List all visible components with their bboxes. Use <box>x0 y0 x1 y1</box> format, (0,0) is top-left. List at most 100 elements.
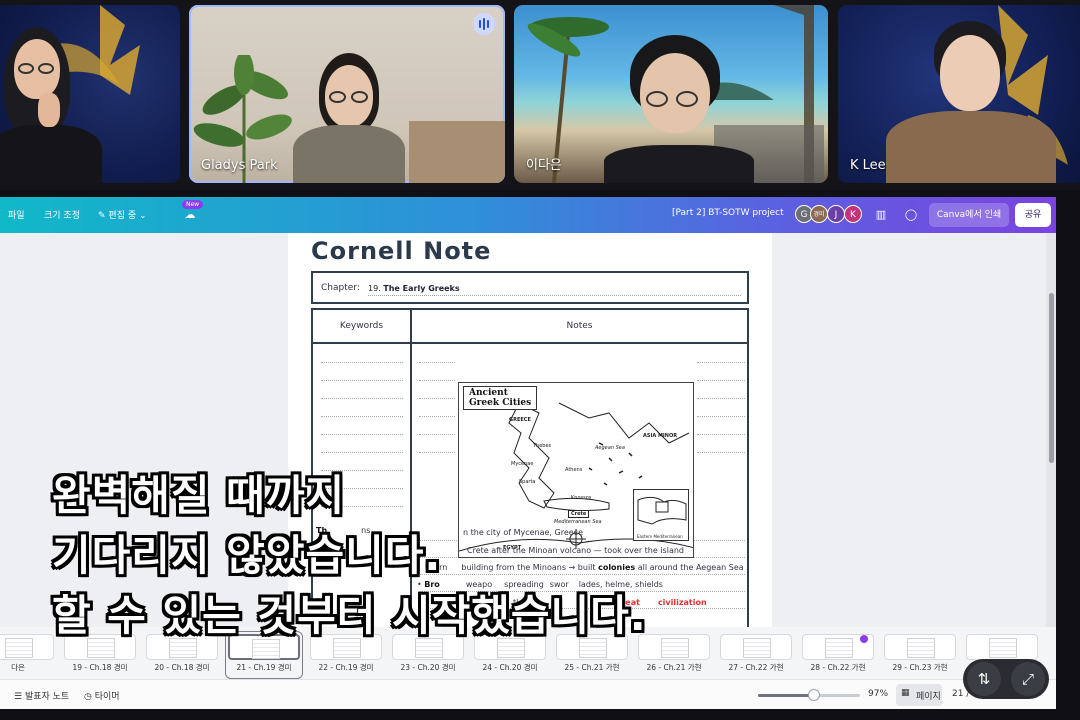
zoom-level[interactable]: 97% <box>868 689 888 699</box>
audio-level-icon <box>473 13 495 35</box>
participant-video <box>279 5 419 183</box>
participant-tile[interactable]: 이다은 <box>514 5 828 183</box>
participant-name: K Lee <box>850 158 886 173</box>
thumbnail-label: 28 - Ch.22 가현 <box>810 663 866 672</box>
participant-tile[interactable] <box>0 5 180 183</box>
timer-button[interactable]: ◷ 타이머 <box>84 689 120 702</box>
presenter-notes-button[interactable]: ☰ 발표자 노트 <box>14 689 69 702</box>
participant-tile-active-speaker[interactable]: Gladys Park <box>189 5 505 183</box>
screen-share-controls: ⇅ ⤢ <box>963 659 1049 699</box>
canvas-scrollbar[interactable] <box>1046 233 1056 663</box>
participant-tile[interactable]: K Lee <box>838 5 1080 183</box>
page-thumbnail[interactable]: 29 - Ch.23 가현 <box>884 634 956 676</box>
chapter-label: Chapter: <box>321 283 360 293</box>
thumbnail-label: 26 - Ch.21 가현 <box>646 663 702 672</box>
thumbnail-label: 21 - Ch.19 경미 <box>236 663 292 672</box>
note-fragment: colonies <box>598 563 636 572</box>
swap-view-icon[interactable]: ⇅ <box>967 662 1001 696</box>
presenter-notes-label: 발표자 노트 <box>24 692 70 702</box>
map-label: ASIA MINOR <box>643 433 678 439</box>
collaborator-avatar[interactable]: J <box>827 205 845 223</box>
print-with-canva-button[interactable]: Canva에서 인쇄 <box>929 203 1009 227</box>
meeting-screen: { "participants": [ {"name": ""}, {"name… <box>0 0 1080 720</box>
dotted-line <box>321 416 403 417</box>
thumbnail-page-content <box>989 638 1017 658</box>
thumbnail-label: 20 - Ch.18 경미 <box>154 663 210 672</box>
cloud-sync-icon[interactable]: ☁ <box>180 205 200 225</box>
resize-menu[interactable]: 크기 조정 <box>44 208 80 221</box>
thumbnail-label: 27 - Ch.22 가현 <box>728 663 784 672</box>
collaborator-avatar[interactable]: K <box>844 205 862 223</box>
thumbnail-label: 19 - Ch.18 경미 <box>72 663 128 672</box>
analytics-icon[interactable]: ▥ <box>871 205 891 225</box>
thumbnail-preview <box>884 634 956 660</box>
dotted-line <box>697 380 745 381</box>
thumbnail-label: 25 - Ch.21 가현 <box>564 663 620 672</box>
thumbnail-label: 24 - Ch.20 경미 <box>482 663 538 672</box>
timer-icon: ◷ <box>84 692 92 702</box>
map-title-line: Greek Cities <box>469 398 532 408</box>
dotted-line <box>697 452 745 453</box>
map-inset: Eastern Mediterranean <box>633 489 689 541</box>
comment-indicator <box>860 635 868 643</box>
zoom-slider-fill <box>758 694 815 697</box>
pages-label: 페이지 <box>916 692 941 702</box>
timer-label: 타이머 <box>94 692 120 702</box>
map-label: Eastern Mediterranean <box>637 534 683 539</box>
dotted-line <box>419 574 745 575</box>
note-fragment: building from the Minoans → built <box>461 563 596 572</box>
project-title[interactable]: [Part 2] BT-SOTW project <box>672 208 784 218</box>
zoom-slider[interactable] <box>758 689 860 701</box>
dotted-line <box>321 362 403 363</box>
dotted-line <box>368 295 741 296</box>
page-thumbnail[interactable]: 다은 <box>0 634 54 676</box>
thumbnail-page-content <box>907 638 935 658</box>
dotted-line <box>419 452 455 453</box>
dotted-line <box>321 380 403 381</box>
thumbnail-page-content <box>825 638 853 658</box>
page-thumbnail[interactable]: 27 - Ch.22 가현 <box>720 634 792 676</box>
dotted-line <box>321 434 403 435</box>
comment-icon[interactable]: ◯ <box>901 205 921 225</box>
page-thumbnail[interactable]: 28 - Ch.22 가현 <box>802 634 874 676</box>
map-label: Knossos <box>571 495 592 501</box>
thumbnail-preview <box>638 634 710 660</box>
thumbnail-preview <box>0 634 54 660</box>
participant-video <box>878 5 1058 183</box>
map-label: GREECE <box>509 417 531 423</box>
file-menu[interactable]: 파일 <box>8 208 25 221</box>
map-label: Crete <box>568 510 590 518</box>
map-title-line: Ancient <box>469 388 508 398</box>
canva-toolbar: 파일 크기 조정 ✎ 편집 중 ⌄ New ☁ [Part 2] BT-SOTW… <box>0 197 1056 233</box>
collaborator-avatar[interactable]: 경미 <box>810 205 828 223</box>
edit-mode-menu[interactable]: ✎ 편집 중 ⌄ <box>98 208 147 221</box>
dotted-line <box>419 362 455 363</box>
thumbnail-page-content <box>661 638 689 658</box>
dotted-line <box>697 362 745 363</box>
map-label: Thebes <box>533 443 552 449</box>
zoom-slider-knob[interactable] <box>808 689 821 701</box>
dotted-line <box>697 398 745 399</box>
chapter-number: 19. <box>368 284 381 293</box>
video-strip: Gladys Park 이다은 K Lee <box>0 0 1080 190</box>
chapter-name: The Early Greeks <box>383 284 460 293</box>
map-label: Athens <box>565 467 583 473</box>
thumbnail-preview <box>966 634 1038 660</box>
thumbnail-label: 23 - Ch.20 경미 <box>400 663 456 672</box>
notes-icon: ☰ <box>14 692 23 702</box>
pencil-icon: ✎ <box>98 211 106 221</box>
thumbnail-label: 다은 <box>11 663 25 672</box>
thumbnail-page-content <box>5 638 33 658</box>
pages-view-button[interactable]: ▦ 페이지 <box>896 684 942 706</box>
note-line-text: Learn building from the Minoans → built c… <box>425 563 744 572</box>
participant-name: Gladys Park <box>201 158 278 173</box>
chevron-down-icon: ⌄ <box>139 211 147 221</box>
dotted-line <box>697 434 745 435</box>
note-fragment: civilization <box>657 598 707 607</box>
chapter-value: 19. The Early Greeks <box>368 284 460 293</box>
subtitle-line: 완벽해질 때까지 <box>52 471 346 520</box>
share-button[interactable]: 공유 <box>1015 203 1051 227</box>
expand-icon[interactable]: ⤢ <box>1011 662 1045 696</box>
scrollbar-thumb[interactable] <box>1049 293 1054 463</box>
page-thumbnail[interactable]: 26 - Ch.21 가현 <box>638 634 710 676</box>
